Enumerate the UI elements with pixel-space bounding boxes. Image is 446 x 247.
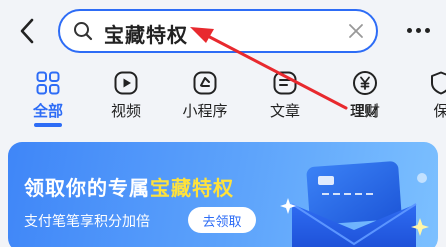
banner-title: 领取你的专属宝藏特权 bbox=[24, 172, 234, 201]
more-dot-icon bbox=[424, 27, 430, 33]
yuan-icon bbox=[353, 71, 377, 95]
banner-title-prefix: 领取你的专属 bbox=[24, 176, 150, 200]
search-category-tabs: 全部 视频 小程序 文章 理财 保 bbox=[0, 66, 446, 126]
more-dot-icon bbox=[406, 27, 412, 33]
tab-insurance[interactable]: 保 bbox=[406, 66, 446, 126]
more-dot-icon bbox=[415, 27, 421, 33]
shield-icon bbox=[431, 71, 446, 95]
tab-video[interactable]: 视频 bbox=[91, 66, 161, 126]
tab-label: 保 bbox=[433, 102, 446, 120]
banner-subtitle: 支付笔笔享积分加倍 bbox=[24, 214, 150, 230]
article-icon bbox=[273, 71, 297, 95]
card-envelope-illustration bbox=[280, 161, 429, 247]
search-input[interactable]: 宝藏特权 bbox=[58, 9, 378, 53]
chevron-left-icon bbox=[20, 18, 34, 44]
search-query-text: 宝藏特权 bbox=[104, 23, 188, 47]
claim-button[interactable]: 去领取 bbox=[188, 207, 256, 233]
play-icon bbox=[114, 71, 138, 95]
tab-label: 小程序 bbox=[182, 102, 228, 120]
tab-all[interactable]: 全部 bbox=[13, 66, 83, 126]
more-options-button[interactable] bbox=[402, 22, 434, 38]
annotation-label: 理财 bbox=[350, 104, 378, 120]
tab-mini-program[interactable]: 小程序 bbox=[170, 66, 240, 126]
clear-icon[interactable] bbox=[346, 21, 366, 41]
search-results-screen: 宝藏特权 全部 视频 小程序 文章 理财 保 领取你的专属宝藏特权 支付笔笔享积… bbox=[0, 0, 446, 247]
mini-program-icon bbox=[193, 71, 217, 95]
grid-icon bbox=[36, 71, 60, 95]
tab-label: 视频 bbox=[110, 102, 141, 120]
promo-banner[interactable]: 领取你的专属宝藏特权 支付笔笔享积分加倍 去领取 bbox=[8, 142, 438, 247]
tab-article[interactable]: 文章 bbox=[250, 66, 320, 126]
tab-label: 全部 bbox=[32, 102, 63, 120]
tab-label: 文章 bbox=[269, 102, 300, 120]
active-tab-indicator bbox=[34, 123, 62, 127]
back-button[interactable] bbox=[14, 14, 40, 48]
banner-title-highlight: 宝藏特权 bbox=[150, 176, 234, 200]
search-icon bbox=[74, 22, 93, 41]
